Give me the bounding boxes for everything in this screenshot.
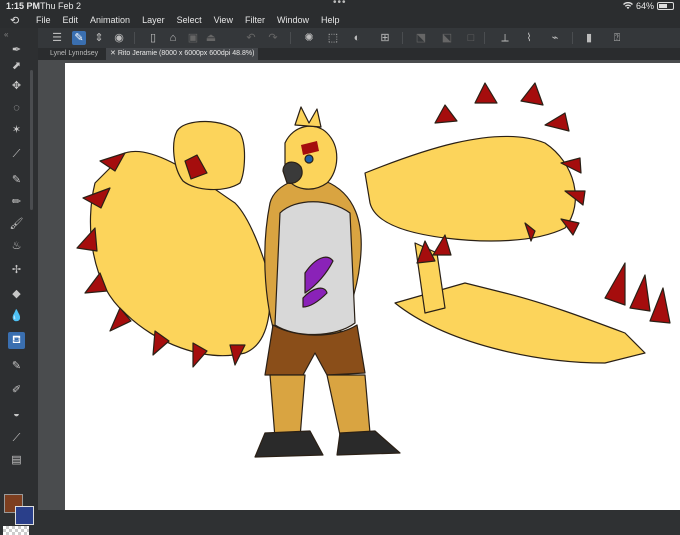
selection-square-icon[interactable]: □	[464, 31, 478, 45]
menu-item-help[interactable]: Help	[321, 15, 340, 25]
collapse-panel-icon[interactable]: «	[4, 30, 8, 39]
select-layer-icon[interactable]: ⬈	[8, 58, 25, 75]
gradient-box-icon[interactable]: ▤	[8, 452, 25, 469]
menu-item-edit[interactable]: Edit	[63, 15, 79, 25]
pen-tool-icon[interactable]: ✒	[8, 42, 25, 59]
hamburger-menu-icon[interactable]: ☰	[50, 31, 64, 45]
status-date: Thu Feb 2	[40, 1, 82, 11]
lasso-icon[interactable]: ◌	[8, 100, 25, 117]
menu-item-window[interactable]: Window	[277, 15, 309, 25]
canvas-area[interactable]	[38, 60, 680, 510]
command-bar: ☰ ✎ ⇕ ◉ ▯ ⌂ ▣ ⏏ ↶ ↷ ✺ ⬚ ◐ ⊞ ⬔ ⬕ □ ⟂ ⌇ ⌁ …	[38, 28, 680, 49]
transparent-color-swatch[interactable]	[3, 526, 29, 535]
transform-icon[interactable]: ⊞	[378, 31, 392, 45]
move-icon[interactable]: ✥	[8, 78, 25, 95]
edit-mode-icon[interactable]: ✎	[72, 31, 86, 45]
menu-item-file[interactable]: File	[36, 15, 51, 25]
gradient-icon[interactable]: ✎	[8, 358, 25, 375]
brush-icon[interactable]: 🖌	[8, 216, 25, 233]
open-folder-icon[interactable]: ⌂	[166, 31, 180, 45]
fill-tool-icon[interactable]: ◐	[350, 31, 364, 45]
menu-item-animation[interactable]: Animation	[90, 15, 130, 25]
undo-icon[interactable]: ↶	[244, 31, 258, 45]
eraser-icon[interactable]: ◆	[8, 286, 25, 303]
pen-icon[interactable]: ✎	[8, 172, 25, 189]
menu-item-select[interactable]: Select	[177, 15, 202, 25]
menu-item-filter[interactable]: Filter	[245, 15, 265, 25]
wifi-icon	[622, 2, 633, 9]
decoration-icon[interactable]: ✢	[8, 262, 25, 279]
loading-icon[interactable]: ✺	[302, 31, 316, 45]
document-tabs: Lynel Lynndsey ✕ Rito Jeramie (8000 x 60…	[38, 48, 680, 60]
export-icon[interactable]: ⏏	[204, 31, 218, 45]
pencil-icon[interactable]: ✏	[8, 194, 25, 211]
auto-select-icon[interactable]: ✶	[8, 122, 25, 139]
tool-palette: « ✒ ⬈ ✥ ◌ ✶ ⟋ ✎ ✏ 🖌 ♨ ✢ ◆ 💧 ⛾ ✎ ✐ ◒ ⟋ ▤	[0, 28, 38, 535]
new-file-icon[interactable]: ▯	[146, 31, 160, 45]
brush-snap-icon[interactable]: ⌇	[522, 31, 536, 45]
tab-rito-jeramie[interactable]: ✕ Rito Jeramie (8000 x 6000px 600dpi 48.…	[106, 48, 259, 60]
airbrush-icon[interactable]: ♨	[8, 238, 25, 255]
blend-icon[interactable]: 💧	[8, 308, 25, 325]
tab-label: Rito Jeramie (8000 x 6000px 600dpi 48.8%…	[117, 50, 255, 57]
pen-snap-icon[interactable]: ⌁	[548, 31, 562, 45]
menu-item-view[interactable]: View	[214, 15, 233, 25]
status-time: 1:15 PM	[6, 1, 41, 11]
status-bar: 1:15 PM Thu Feb 2 ••• 64%	[0, 0, 680, 13]
view-icon[interactable]: ◉	[112, 31, 126, 45]
ruler-icon[interactable]: ◒	[8, 406, 25, 423]
chevron-updown-icon[interactable]: ⇕	[92, 31, 106, 45]
ruler-snap-icon[interactable]: ⟂	[498, 31, 512, 45]
redo-icon[interactable]: ↷	[266, 31, 280, 45]
device-icon[interactable]: ▮	[582, 31, 596, 45]
character-artwork	[76, 82, 671, 458]
multitasking-dots-icon[interactable]: •••	[333, 0, 347, 8]
save-icon[interactable]: ▣	[186, 31, 200, 45]
menu-list: File Edit Animation Layer Select View Fi…	[36, 15, 339, 25]
battery-icon	[657, 2, 674, 10]
menu-item-layer[interactable]: Layer	[142, 15, 165, 25]
tab-lynel-lynndsey[interactable]: Lynel Lynndsey	[46, 48, 102, 60]
tab-label: Lynel Lynndsey	[50, 50, 99, 57]
app-logo-icon[interactable]: ⟲	[10, 14, 19, 27]
drawing-canvas[interactable]	[65, 63, 680, 510]
help-icon[interactable]: ⍰	[610, 31, 624, 45]
sub-color-swatch[interactable]	[15, 506, 34, 525]
figure-icon[interactable]: ✐	[8, 382, 25, 399]
close-icon[interactable]: ✕	[110, 50, 118, 57]
eyedropper-icon[interactable]: ⟋	[8, 146, 25, 163]
tool-scrollbar[interactable]	[30, 70, 33, 210]
invert-selection-icon[interactable]: ⬕	[440, 31, 454, 45]
clear-icon[interactable]: ⬚	[326, 31, 340, 45]
deselect-icon[interactable]: ⬔	[414, 31, 428, 45]
battery-percent: 64%	[635, 1, 654, 11]
fill-icon[interactable]: ⛾	[8, 332, 25, 349]
text-icon[interactable]: ⟋	[8, 430, 25, 447]
menu-bar: ⟲ File Edit Animation Layer Select View …	[0, 13, 680, 28]
